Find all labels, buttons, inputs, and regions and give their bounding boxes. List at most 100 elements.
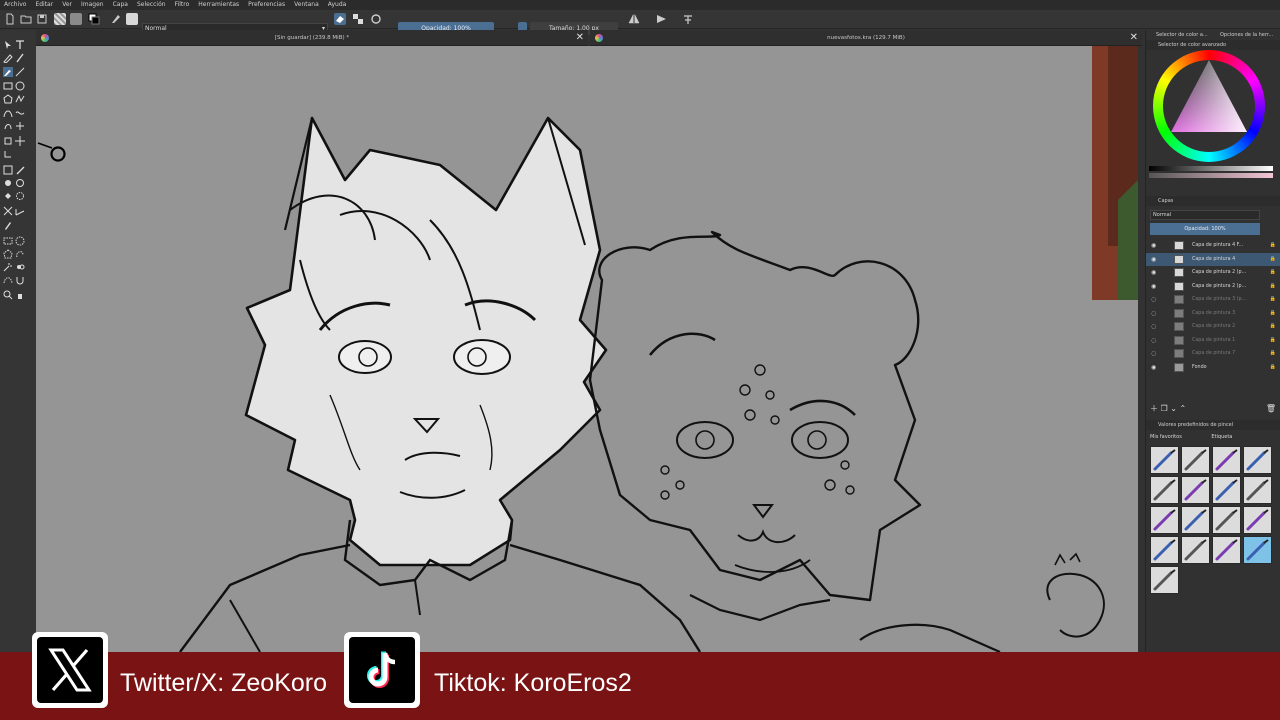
- rectangle-tool-icon[interactable]: [3, 81, 13, 91]
- add-layer-icon[interactable]: ＋: [1150, 404, 1158, 413]
- polygon-select-icon[interactable]: [3, 249, 13, 259]
- saturation-gradient-bar[interactable]: [1149, 173, 1273, 178]
- layer-lock-icon[interactable]: 🔒: [1270, 239, 1276, 253]
- hidden-eye-icon[interactable]: ◌: [1151, 347, 1156, 361]
- menu-archivo[interactable]: Archivo: [4, 0, 26, 10]
- brush-tag-select[interactable]: Mis favoritos: [1150, 434, 1182, 440]
- save-icon[interactable]: [36, 13, 48, 25]
- layer-row[interactable]: ◉ Capa de pintura 2 (p... 🔒: [1146, 280, 1280, 294]
- brush-preset-item[interactable]: [1181, 536, 1210, 564]
- mirror-vertical-icon[interactable]: [656, 13, 668, 25]
- layer-row[interactable]: ◌ Capa de pintura 7 🔒: [1146, 347, 1280, 361]
- menu-ventana[interactable]: Ventana: [294, 0, 319, 10]
- layer-lock-icon[interactable]: 🔒: [1270, 266, 1276, 280]
- menu-editar[interactable]: Editar: [35, 0, 53, 10]
- hidden-eye-icon[interactable]: ◌: [1151, 320, 1156, 334]
- zoom-tool-icon[interactable]: [3, 290, 13, 300]
- menu-preferencias[interactable]: Preferencias: [248, 0, 285, 10]
- brush-preset-item[interactable]: [1243, 446, 1272, 474]
- calligraphy-icon[interactable]: [15, 53, 25, 63]
- transform-tool-icon[interactable]: [3, 149, 13, 159]
- visibility-eye-icon[interactable]: ◉: [1151, 253, 1156, 267]
- layer-row[interactable]: ◉ Capa de pintura 4 🔒: [1146, 252, 1280, 267]
- mirror-horizontal-icon[interactable]: [628, 13, 640, 25]
- layer-blend-mode-select[interactable]: Normal: [1150, 210, 1260, 220]
- brush-tag-label[interactable]: Etiqueta: [1211, 434, 1232, 440]
- color-picker-icon[interactable]: [15, 165, 25, 175]
- layer-lock-icon[interactable]: 🔒: [1270, 347, 1276, 361]
- preserve-alpha-icon[interactable]: [352, 13, 364, 25]
- freehand-brush-icon[interactable]: [3, 67, 13, 77]
- magnetic-select-icon[interactable]: [15, 275, 25, 285]
- multibrush-icon[interactable]: [15, 121, 25, 131]
- value-gradient-bar[interactable]: [1149, 166, 1273, 171]
- brush-tip-preview-icon[interactable]: [126, 13, 138, 25]
- hidden-eye-icon[interactable]: ◌: [1151, 334, 1156, 348]
- layer-row[interactable]: ◌ Capa de pintura 3 (p... 🔒: [1146, 293, 1280, 307]
- brush-preset-item[interactable]: [1212, 506, 1241, 534]
- menu-capa[interactable]: Capa: [113, 0, 128, 10]
- brush-preset-item[interactable]: [1181, 446, 1210, 474]
- brush-preset-item[interactable]: [1212, 476, 1241, 504]
- duplicate-layer-icon[interactable]: ❐: [1161, 404, 1168, 413]
- brush-preset-item[interactable]: [1212, 446, 1241, 474]
- tab-color-selector[interactable]: Selector de color a...: [1152, 30, 1214, 40]
- menu-filtro[interactable]: Filtro: [175, 0, 190, 10]
- layer-lock-icon[interactable]: 🔒: [1270, 334, 1276, 348]
- brush-preset-item[interactable]: [1243, 536, 1272, 564]
- move-layer-down-icon[interactable]: ⌄: [1170, 404, 1177, 413]
- bezier-tool-icon[interactable]: [3, 108, 13, 118]
- brush-preset-item[interactable]: [1243, 506, 1272, 534]
- bezier-select-icon[interactable]: [3, 275, 13, 285]
- menu-herramientas[interactable]: Herramientas: [198, 0, 239, 10]
- delete-layer-icon[interactable]: 🗑: [1266, 404, 1276, 414]
- tab-nuevasfotos[interactable]: nuevasfotos.kra (129.7 MiB) ✕: [590, 30, 1142, 46]
- freehand-path-icon[interactable]: [15, 108, 25, 118]
- hidden-eye-icon[interactable]: ◌: [1151, 293, 1156, 307]
- reload-preset-icon[interactable]: [370, 13, 382, 25]
- brush-preset-item[interactable]: [1181, 506, 1210, 534]
- tab-unsaved-document[interactable]: [Sin guardar] (239.8 MiB) * ✕: [36, 30, 588, 46]
- select-shapes-icon[interactable]: [3, 40, 13, 50]
- close-tab-icon[interactable]: ✕: [1130, 30, 1138, 46]
- drawing-canvas[interactable]: [36, 46, 1138, 652]
- polygon-tool-icon[interactable]: [3, 94, 13, 104]
- visibility-eye-icon[interactable]: ◉: [1151, 266, 1156, 280]
- brush-preset-item[interactable]: [1150, 506, 1179, 534]
- colorize-mask-icon[interactable]: [15, 178, 25, 188]
- menu-ver[interactable]: Ver: [62, 0, 72, 10]
- freehand-select-icon[interactable]: [15, 249, 25, 259]
- brush-preset-icon[interactable]: [110, 13, 122, 25]
- color-triangle[interactable]: [1167, 58, 1251, 134]
- assistant-tool-icon[interactable]: [3, 206, 13, 216]
- layer-row[interactable]: ◌ Capa de pintura 3 🔒: [1146, 307, 1280, 321]
- gradient-swatch-icon[interactable]: [70, 13, 82, 25]
- ellipse-tool-icon[interactable]: [15, 81, 25, 91]
- crop-icon[interactable]: [3, 136, 13, 146]
- gradient-tool-icon[interactable]: [3, 165, 13, 175]
- wrap-around-icon[interactable]: [682, 13, 694, 25]
- layer-lock-icon[interactable]: 🔒: [1270, 253, 1276, 267]
- menu-imagen[interactable]: Imagen: [81, 0, 104, 10]
- close-tab-icon[interactable]: ✕: [576, 30, 584, 46]
- menu-ayuda[interactable]: Ayuda: [328, 0, 347, 10]
- visibility-eye-icon[interactable]: ◉: [1151, 280, 1156, 294]
- layer-lock-icon[interactable]: 🔒: [1270, 307, 1276, 321]
- text-tool-icon[interactable]: [15, 40, 25, 50]
- layer-opacity-slider[interactable]: Opacidad: 100%: [1150, 223, 1260, 235]
- tab-tool-options[interactable]: Opciones de la herr...: [1216, 30, 1280, 40]
- layer-lock-icon[interactable]: 🔒: [1270, 320, 1276, 334]
- ellipse-select-icon[interactable]: [15, 236, 25, 246]
- similar-select-icon[interactable]: [15, 262, 25, 272]
- visibility-eye-icon[interactable]: ◉: [1151, 361, 1156, 375]
- brush-preset-item[interactable]: [1181, 476, 1210, 504]
- rect-select-icon[interactable]: [3, 236, 13, 246]
- layer-lock-icon[interactable]: 🔒: [1270, 361, 1276, 375]
- reference-images-icon[interactable]: [3, 220, 13, 230]
- smart-patch-icon[interactable]: [3, 178, 13, 188]
- open-document-icon[interactable]: [20, 13, 32, 25]
- layer-lock-icon[interactable]: 🔒: [1270, 293, 1276, 307]
- eraser-mode-icon[interactable]: [334, 13, 346, 25]
- enclose-fill-icon[interactable]: [15, 191, 25, 201]
- foreground-background-color-icon[interactable]: [88, 13, 100, 25]
